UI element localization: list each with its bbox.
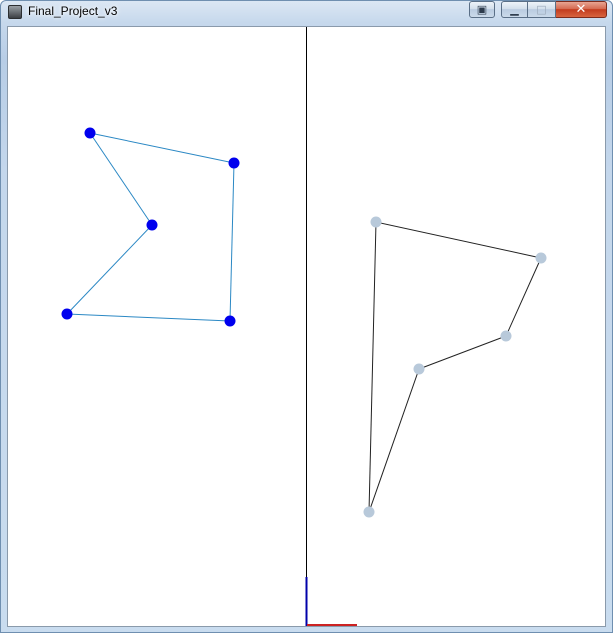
right-polygon-edge bbox=[418, 335, 507, 370]
window-menu-icon: ▣ bbox=[476, 3, 488, 16]
right-polygon-vertex bbox=[370, 216, 382, 228]
left-polygon-vertex bbox=[228, 157, 240, 169]
right-polygon-edge bbox=[375, 221, 542, 259]
left-polygon-vertex bbox=[224, 315, 236, 327]
left-polygon-vertex bbox=[84, 127, 96, 139]
left-polygon-edge bbox=[229, 162, 235, 322]
app-icon[interactable] bbox=[8, 5, 22, 19]
close-icon: ✕ bbox=[575, 2, 587, 17]
left-polygon-edge bbox=[66, 313, 231, 322]
right-polygon-edge bbox=[368, 368, 420, 513]
right-polygon-edge bbox=[505, 257, 542, 337]
right-polygon-edge bbox=[368, 221, 377, 513]
maximize-icon: □ bbox=[536, 3, 547, 16]
left-polygon-vertex bbox=[61, 308, 73, 320]
minimize-button[interactable]: ▁ bbox=[501, 1, 528, 18]
close-button[interactable]: ✕ bbox=[556, 1, 607, 18]
left-polygon-edge bbox=[89, 132, 235, 164]
drawing-canvas[interactable] bbox=[7, 26, 606, 627]
window-menu-button[interactable]: ▣ bbox=[469, 1, 495, 18]
left-polygon-edge bbox=[89, 132, 153, 226]
right-polygon-vertex bbox=[413, 363, 425, 375]
app-window: Final_Project_v3 ▣ ▁ □ ✕ bbox=[0, 0, 613, 633]
left-polygon-edge bbox=[66, 224, 153, 315]
window-title: Final_Project_v3 bbox=[28, 4, 118, 18]
maximize-button[interactable]: □ bbox=[528, 1, 556, 18]
title-bar[interactable]: Final_Project_v3 ▣ ▁ □ ✕ bbox=[1, 1, 612, 25]
scene-svg bbox=[61, 27, 547, 626]
left-polygon-vertex bbox=[146, 219, 158, 231]
right-polygon-vertex bbox=[500, 330, 512, 342]
minimize-icon: ▁ bbox=[510, 3, 519, 16]
right-polygon-vertex bbox=[535, 252, 547, 264]
right-polygon-vertex bbox=[363, 506, 375, 518]
